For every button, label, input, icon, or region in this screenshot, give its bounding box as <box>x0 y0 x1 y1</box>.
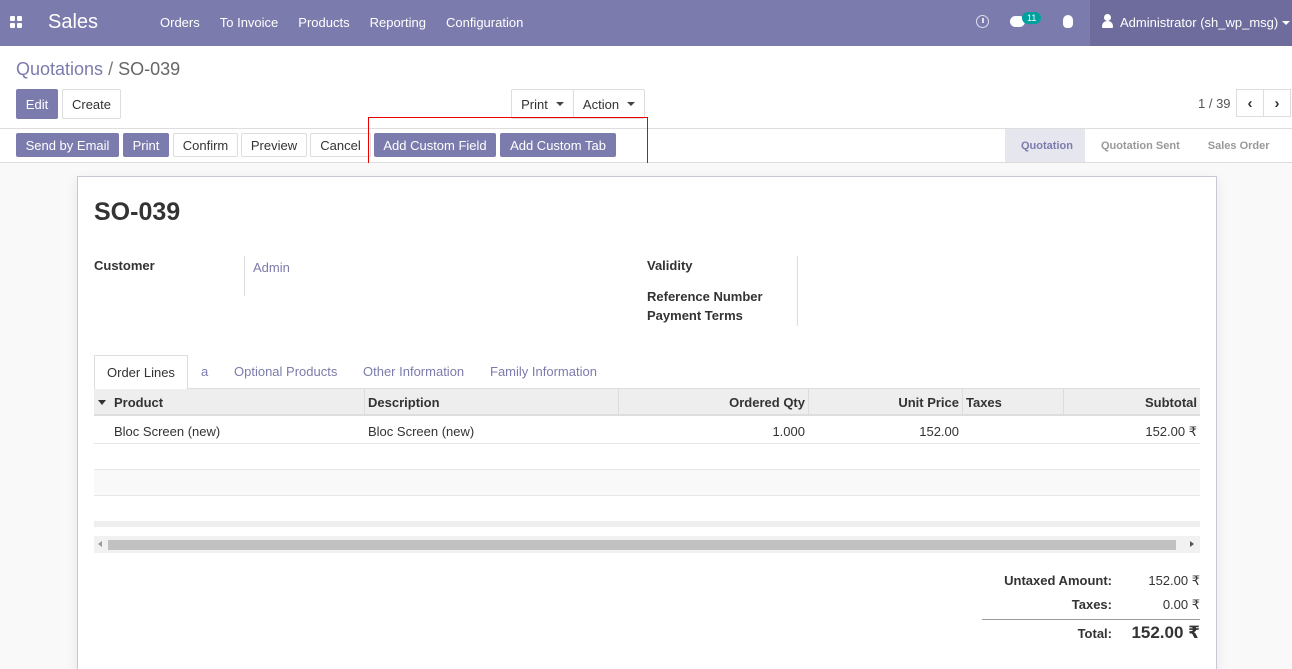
menu-configuration[interactable]: Configuration <box>436 0 533 46</box>
stage-quotation[interactable]: Quotation <box>1005 129 1085 162</box>
column-header-taxes[interactable]: Taxes <box>966 395 1002 410</box>
total-label: Total: <box>1077 626 1112 641</box>
table-footer <box>94 521 1200 527</box>
scroll-left-icon[interactable] <box>98 541 102 547</box>
pager-value: 1 / 39 <box>1198 96 1231 111</box>
menu-to-invoice[interactable]: To Invoice <box>210 0 289 46</box>
scroll-right-icon[interactable] <box>1190 541 1194 547</box>
user-icon <box>1102 14 1113 29</box>
menu-products[interactable]: Products <box>288 0 359 46</box>
cell-subtotal: 152.00 ₹ <box>1145 424 1197 439</box>
activity-clock-icon[interactable] <box>976 15 989 28</box>
column-separator <box>618 389 619 416</box>
horizontal-scrollbar[interactable] <box>94 536 1200 553</box>
top-navbar: Sales Orders To Invoice Products Reporti… <box>0 0 1292 46</box>
menu-reporting[interactable]: Reporting <box>360 0 436 46</box>
table-row-empty <box>94 496 1200 522</box>
notebook-tabs: Order Lines a Optional Products Other In… <box>94 355 1200 390</box>
document-title: SO-039 <box>94 198 181 226</box>
field-divider <box>797 256 798 326</box>
create-button[interactable]: Create <box>62 89 121 119</box>
column-header-subtotal[interactable]: Subtotal <box>1145 395 1197 410</box>
send-by-email-button[interactable]: Send by Email <box>16 133 119 157</box>
table-row-empty <box>94 444 1200 470</box>
print-button[interactable]: Print <box>123 133 169 157</box>
stage-quotation-sent[interactable]: Quotation Sent <box>1085 129 1192 162</box>
table-row[interactable]: Bloc Screen (new) Bloc Screen (new) 1.00… <box>94 418 1200 444</box>
sort-toggle-icon[interactable] <box>98 400 106 405</box>
cancel-button[interactable]: Cancel <box>310 133 371 157</box>
cell-product: Bloc Screen (new) <box>114 424 221 439</box>
taxes-value: 0.00 ₹ <box>1162 597 1200 612</box>
caret-down-icon <box>555 102 564 106</box>
app-brand[interactable]: Sales <box>48 11 98 34</box>
tab-optional-products[interactable]: Optional Products <box>234 355 337 389</box>
breadcrumb: Quotations / SO-039 <box>16 59 180 80</box>
messages-count-badge: 11 <box>1022 12 1042 24</box>
column-header-ordered-qty[interactable]: Ordered Qty <box>729 395 805 410</box>
pager-previous-button[interactable]: ‹ <box>1236 89 1264 117</box>
form-sheet: SO-039 Customer Admin Validity Reference… <box>77 176 1217 669</box>
preview-button[interactable]: Preview <box>241 133 307 157</box>
pager-next-button[interactable]: › <box>1263 89 1291 117</box>
chevron-down-icon <box>1282 21 1290 25</box>
tab-a[interactable]: a <box>201 355 208 389</box>
tab-order-lines[interactable]: Order Lines <box>94 355 188 390</box>
edit-button[interactable]: Edit <box>16 89 58 119</box>
stage-sales-order[interactable]: Sales Order <box>1192 129 1282 162</box>
column-header-description[interactable]: Description <box>368 395 440 410</box>
breadcrumb-current: SO-039 <box>118 59 181 79</box>
customer-label: Customer <box>94 258 155 273</box>
column-separator <box>808 389 809 416</box>
cell-unit-price: 152.00 <box>919 424 959 439</box>
table-row-empty <box>94 470 1200 496</box>
cell-description: Bloc Screen (new) <box>368 424 475 439</box>
scrollbar-thumb[interactable] <box>108 540 1176 550</box>
reference-number-label: Reference Number <box>647 289 763 304</box>
menu-orders[interactable]: Orders <box>150 0 210 46</box>
untaxed-amount-label: Untaxed Amount: <box>1004 573 1112 588</box>
column-separator <box>364 389 365 416</box>
confirm-button[interactable]: Confirm <box>173 133 238 157</box>
debug-bug-icon[interactable] <box>1063 15 1073 28</box>
user-name: Administrator (sh_wp_msg) <box>1120 15 1279 30</box>
user-menu[interactable]: Administrator (sh_wp_msg) <box>1090 0 1292 46</box>
column-header-unit-price[interactable]: Unit Price <box>898 395 959 410</box>
tab-family-information[interactable]: Family Information <box>490 355 597 389</box>
validity-label: Validity <box>647 258 693 273</box>
column-separator <box>1063 389 1064 416</box>
untaxed-amount-value: 152.00 ₹ <box>1148 573 1200 588</box>
order-lines-header: Product Description Ordered Qty Unit Pri… <box>94 389 1200 416</box>
stage-pipeline: Quotation Quotation Sent Sales Order <box>1005 129 1282 162</box>
cell-ordered-qty: 1.000 <box>772 424 805 439</box>
action-dropdown[interactable]: Action <box>573 89 645 119</box>
taxes-label: Taxes: <box>1071 597 1112 612</box>
payment-terms-label: Payment Terms <box>647 308 743 323</box>
column-separator <box>962 389 963 416</box>
total-value: 152.00 ₹ <box>1131 623 1200 642</box>
field-divider <box>244 256 245 296</box>
print-dropdown-label: Print <box>521 96 548 112</box>
tab-other-information[interactable]: Other Information <box>363 355 464 389</box>
breadcrumb-quotations[interactable]: Quotations <box>16 59 103 79</box>
customer-field[interactable]: Admin <box>253 260 290 275</box>
action-dropdown-label: Action <box>582 96 620 112</box>
caret-down-icon <box>627 102 636 106</box>
apps-menu-icon[interactable] <box>10 16 22 28</box>
main-menu: Orders To Invoice Products Reporting Con… <box>150 0 533 46</box>
print-dropdown[interactable]: Print <box>511 89 574 119</box>
breadcrumb-separator: / <box>108 59 114 79</box>
column-header-product[interactable]: Product <box>114 395 163 410</box>
totals-divider <box>982 619 1200 620</box>
